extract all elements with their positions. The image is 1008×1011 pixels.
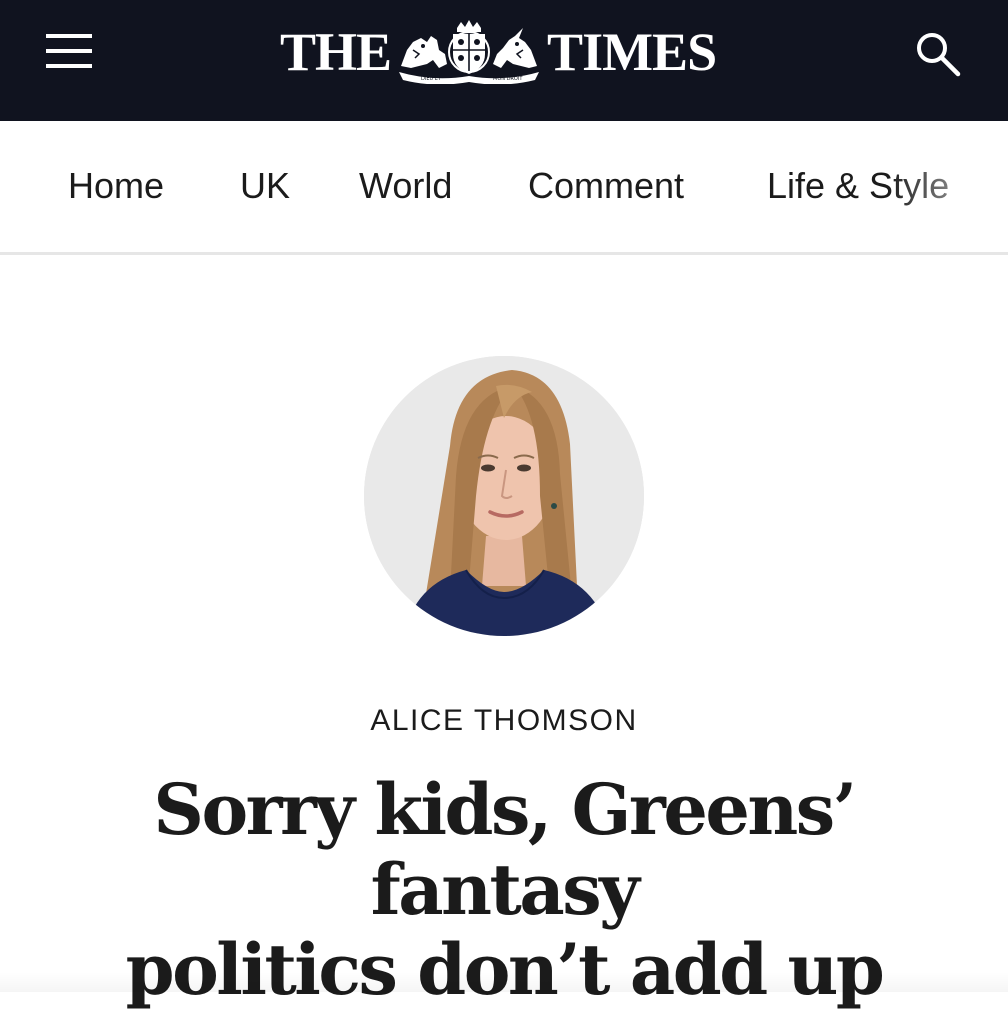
section-nav: Home UK World Comment Life & Style (0, 121, 1008, 255)
crest-motto-left: DIEU ET (421, 76, 442, 82)
page-bottom-shade (0, 972, 1008, 992)
nav-scroll-fade (888, 121, 1008, 252)
author-portrait-image (364, 356, 644, 636)
nav-item-comment[interactable]: Comment (528, 165, 684, 207)
logo-word-times: TIMES (547, 22, 717, 82)
headline-line-1: Sorry kids, Greens’ fantasy (153, 768, 857, 931)
masthead-bar: THE DIEU ET MON DROIT TIMES (0, 0, 1008, 121)
nav-item-world[interactable]: World (359, 165, 452, 207)
nav-item-home[interactable]: Home (68, 165, 164, 207)
magnifier-search-icon[interactable] (912, 28, 964, 80)
hamburger-menu-icon[interactable] (46, 32, 94, 72)
author-avatar[interactable] (364, 356, 644, 636)
royal-crest-icon: DIEU ET MON DROIT (399, 20, 540, 84)
nav-item-uk[interactable]: UK (240, 165, 290, 207)
crest-motto-right: MON DROIT (493, 76, 523, 82)
author-byline[interactable]: ALICE THOMSON (0, 704, 1008, 738)
logo-word-the: THE (280, 22, 392, 82)
headline-line-2: politics don’t add up (125, 928, 885, 1011)
the-times-logo[interactable]: THE DIEU ET MON DROIT TIMES (280, 20, 730, 84)
